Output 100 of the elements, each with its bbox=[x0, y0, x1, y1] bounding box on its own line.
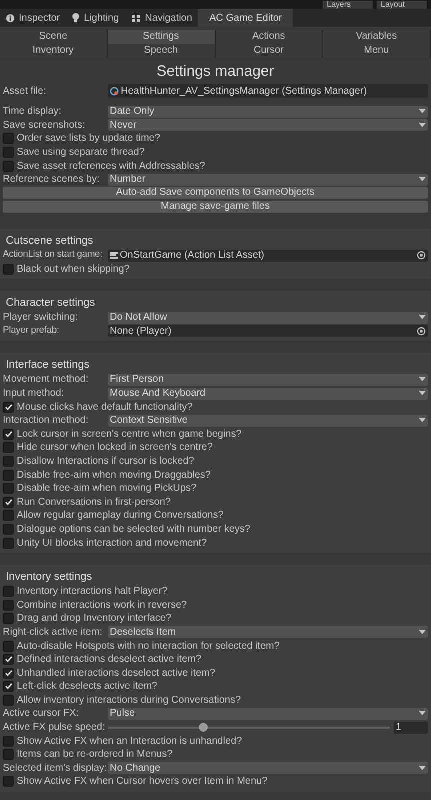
checkbox-label: Auto-disable Hotspots with no interaction for selected item? bbox=[17, 640, 280, 654]
dropdown[interactable]: Mouse And Keyboard bbox=[108, 388, 428, 400]
slider-thumb[interactable] bbox=[199, 723, 208, 732]
action-button[interactable]: Auto-add Save components to GameObjects bbox=[3, 187, 428, 200]
checkbox[interactable] bbox=[3, 510, 14, 522]
checkbox-label: Allow regular gameplay during Conversations? bbox=[17, 509, 224, 524]
checkbox[interactable] bbox=[3, 264, 14, 275]
manager-tab[interactable]: Settings bbox=[108, 30, 216, 44]
section-heading: Inventory settings bbox=[5, 570, 94, 585]
checkbox-label: Left-click deselects active item? bbox=[17, 680, 158, 694]
checkbox[interactable] bbox=[3, 402, 14, 413]
dropdown[interactable]: Never bbox=[108, 119, 428, 132]
object-picker-icon[interactable] bbox=[417, 251, 426, 260]
checkbox-label: Disable free-aim when moving Draggables? bbox=[17, 468, 211, 483]
checkbox-label: Save asset references with Addressables? bbox=[17, 160, 206, 174]
checkbox[interactable] bbox=[3, 538, 14, 549]
field-label: Player prefab: bbox=[3, 324, 60, 338]
field-label: Save screenshots: bbox=[3, 118, 86, 133]
checkbox[interactable] bbox=[3, 428, 14, 440]
field-label: Active cursor FX: bbox=[3, 707, 80, 722]
checkbox-label: Unity UI blocks interaction and movement? bbox=[17, 536, 208, 551]
lightbulb-icon bbox=[72, 13, 80, 23]
editor-tab[interactable]: Inspector bbox=[0, 9, 66, 27]
dropdown[interactable]: Context Sensitive bbox=[108, 414, 428, 427]
dropdown[interactable]: Pulse bbox=[108, 708, 428, 720]
checkbox-label: Items can be re-ordered in Menus? bbox=[17, 748, 173, 762]
checkbox[interactable] bbox=[3, 470, 14, 481]
checkbox[interactable] bbox=[3, 736, 14, 747]
object-field[interactable]: None (Player) bbox=[108, 325, 428, 338]
field-label: Movement method: bbox=[3, 373, 90, 388]
checkbox[interactable] bbox=[3, 483, 14, 494]
checkbox[interactable] bbox=[3, 654, 14, 666]
checkbox[interactable] bbox=[3, 668, 14, 679]
checkbox-label: Allow inventory interactions during Conversations? bbox=[17, 694, 242, 708]
checkbox[interactable] bbox=[3, 613, 14, 624]
section-heading: Cutscene settings bbox=[5, 234, 94, 249]
editor-tab[interactable]: Lighting bbox=[66, 9, 126, 27]
info-icon bbox=[6, 14, 15, 22]
checkbox-label: Unhandled interactions deselect active item? bbox=[17, 666, 216, 681]
checkbox[interactable] bbox=[3, 600, 14, 611]
dropdown-caret-icon bbox=[419, 122, 426, 128]
section-heading: Interface settings bbox=[5, 358, 91, 374]
checkbox[interactable] bbox=[3, 640, 14, 652]
checkbox[interactable] bbox=[3, 776, 14, 788]
number-field[interactable]: 1 bbox=[394, 722, 428, 734]
editor-tab[interactable]: AC Game Editor bbox=[198, 9, 294, 27]
dropdown-caret-icon bbox=[419, 630, 426, 635]
dropdown-caret-icon bbox=[419, 418, 426, 424]
checkbox-label: Order save lists by update time? bbox=[17, 132, 160, 146]
object-picker-icon[interactable] bbox=[417, 326, 426, 336]
navigation-icon bbox=[131, 14, 142, 22]
checkbox[interactable] bbox=[3, 681, 14, 692]
field-label: ActionList on start game: bbox=[3, 248, 104, 262]
manager-title: Settings manager bbox=[156, 62, 276, 82]
layers-dropdown[interactable]: Layers bbox=[323, 1, 373, 9]
manager-tab[interactable]: Cursor bbox=[216, 44, 324, 58]
checkbox[interactable] bbox=[3, 694, 14, 706]
checkbox-label: Combine interactions work in reverse? bbox=[17, 598, 188, 613]
field-label: Interaction method: bbox=[3, 414, 90, 428]
checkbox-label: Run Conversations in first-person? bbox=[17, 496, 171, 510]
checkbox[interactable] bbox=[3, 442, 14, 454]
checkbox[interactable] bbox=[3, 147, 14, 158]
dropdown-caret-icon bbox=[419, 377, 426, 382]
dropdown[interactable]: First Person bbox=[108, 374, 428, 386]
editor-tab[interactable]: Navigation bbox=[125, 9, 198, 27]
field-label: Player switching: bbox=[3, 311, 80, 326]
dropdown[interactable]: Do Not Allow bbox=[108, 312, 428, 324]
field-label: Time display: bbox=[3, 105, 63, 120]
dropdown[interactable]: Date Only bbox=[108, 106, 428, 118]
checkbox-label: Disallow Interactions if cursor is locked? bbox=[17, 454, 194, 469]
checkbox[interactable] bbox=[3, 524, 14, 535]
dropdown[interactable]: No Change bbox=[108, 762, 428, 774]
dropdown-caret-icon bbox=[419, 766, 426, 771]
object-field[interactable]: OnStartGame (Action List Asset) bbox=[108, 250, 428, 262]
dropdown[interactable]: Deselects Item bbox=[108, 626, 428, 638]
action-button[interactable]: Manage save-game files bbox=[3, 200, 428, 213]
asset-field[interactable]: HealthHunter_AV_SettingsManager (Settings Manager) bbox=[108, 84, 428, 98]
checkbox[interactable] bbox=[3, 160, 14, 172]
layout-dropdown[interactable]: Layout bbox=[377, 1, 427, 9]
checkbox[interactable] bbox=[3, 456, 14, 467]
checkbox-label: Save using separate thread? bbox=[17, 146, 145, 160]
dropdown-caret-icon bbox=[419, 315, 426, 320]
checkbox-label: Defined interactions deselect active item? bbox=[17, 653, 202, 668]
checkbox[interactable] bbox=[3, 749, 14, 760]
settings-asset-icon bbox=[110, 86, 119, 96]
checkbox-label: Mouse clicks have default functionality? bbox=[17, 400, 193, 415]
field-label: Right-click active item: bbox=[3, 626, 104, 640]
dropdown-caret-icon bbox=[419, 391, 426, 396]
checkbox[interactable] bbox=[3, 496, 14, 508]
checkbox-label: Black out when skipping? bbox=[17, 262, 130, 277]
dropdown[interactable]: Number bbox=[108, 174, 428, 186]
checkbox-label: Dialogue options can be selected with number keys? bbox=[17, 522, 250, 537]
checkbox[interactable] bbox=[3, 586, 14, 598]
dropdown-caret-icon bbox=[419, 711, 426, 716]
field-label: Active FX pulse speed: bbox=[3, 721, 106, 736]
manager-tab[interactable]: Actions bbox=[216, 30, 324, 44]
field-label: Reference scenes by: bbox=[3, 173, 101, 188]
checkbox[interactable] bbox=[3, 133, 14, 144]
dropdown-caret-icon bbox=[419, 109, 426, 114]
checkbox-label: Hide cursor when locked in screen's centre? bbox=[17, 441, 213, 456]
